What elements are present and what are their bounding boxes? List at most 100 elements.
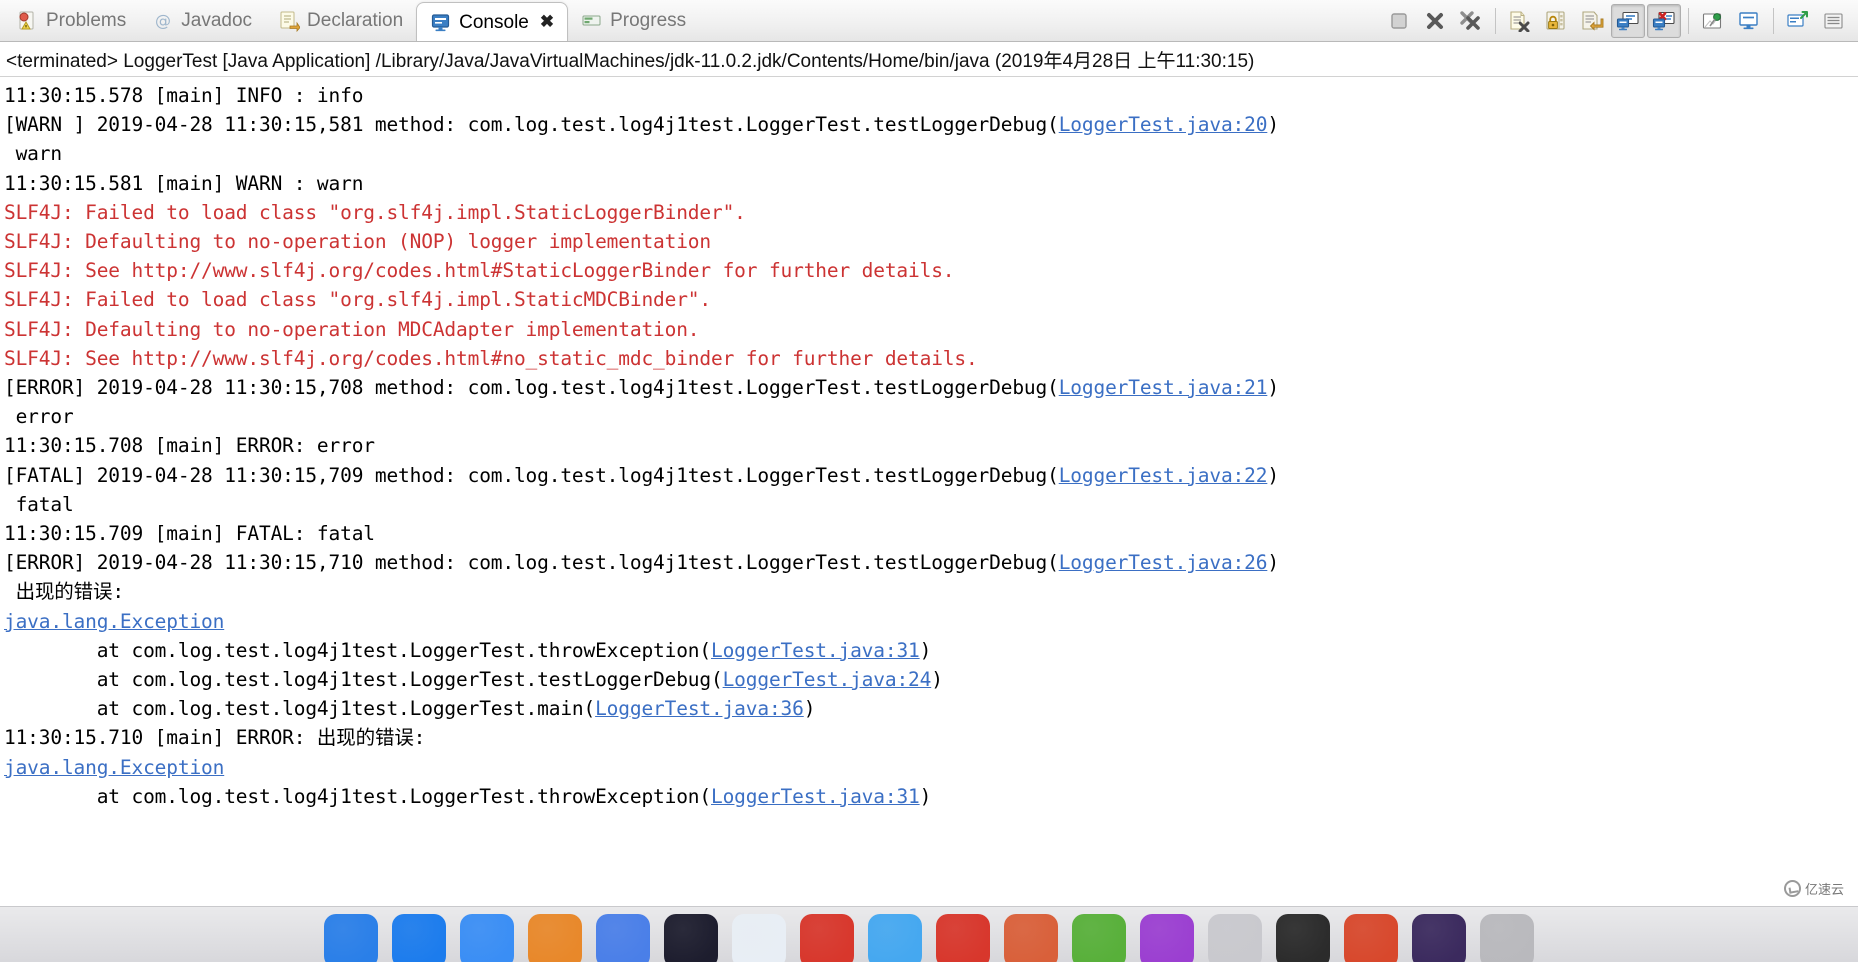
stack-trace-link[interactable]: LoggerTest.java:24	[723, 668, 932, 691]
dock-item-terminal[interactable]	[1276, 914, 1330, 962]
console-line-text: )	[1267, 376, 1279, 400]
toolbar-separator-3	[1773, 7, 1774, 34]
console-line-text: [ERROR] 2019-04-28 11:30:15,710 method: …	[4, 551, 1059, 575]
progress-icon	[581, 10, 603, 32]
stack-trace-link[interactable]: LoggerTest.java:21	[1059, 376, 1268, 399]
tab-console-label: Console	[459, 11, 529, 33]
console-line-text: )	[919, 784, 932, 808]
console-line: SLF4J: Failed to load class "org.slf4j.i…	[4, 288, 711, 312]
show-console-on-error-button[interactable]	[1647, 3, 1681, 38]
javadoc-icon: @	[152, 10, 174, 32]
watermark-text: 亿速云	[1804, 882, 1844, 897]
dock-item-calendar[interactable]	[596, 914, 650, 962]
scroll-lock-button[interactable]	[1539, 4, 1573, 38]
tab-progress[interactable]: Progress	[568, 0, 699, 41]
console-line-text: )	[1267, 113, 1279, 137]
stack-trace-link[interactable]: java.lang.Exception	[4, 756, 224, 779]
double-x-mark-icon	[1459, 10, 1483, 32]
console-line-text: )	[1267, 463, 1279, 487]
tab-console[interactable]: Console ✖	[416, 2, 569, 41]
tab-javadoc[interactable]: @ Javadoc	[139, 0, 265, 41]
tab-strip: Problems @ Javadoc Declaration Console ✖…	[0, 0, 699, 41]
x-mark-icon	[1424, 10, 1446, 32]
console-line: at com.log.test.log4j1test.LoggerTest.th…	[4, 636, 1858, 665]
console-line-text: [FATAL] 2019-04-28 11:30:15,709 method: …	[4, 463, 1059, 487]
document-wrap-icon	[1580, 10, 1604, 32]
stack-trace-link[interactable]: LoggerTest.java:31	[711, 785, 920, 808]
console-line-text: at com.log.test.log4j1test.LoggerTest.te…	[4, 668, 723, 692]
stack-trace-link[interactable]: LoggerTest.java:36	[595, 697, 804, 720]
console-line: [FATAL] 2019-04-28 11:30:15,709 method: …	[4, 461, 1858, 490]
dock-item-trash[interactable]	[1480, 914, 1534, 962]
dock-item-safari[interactable]	[392, 914, 446, 962]
close-icon[interactable]: ✖	[540, 12, 554, 32]
open-console-button[interactable]	[1781, 4, 1815, 38]
console-output-icon	[1616, 10, 1640, 32]
console-line: SLF4J: See http://www.slf4j.org/codes.ht…	[4, 259, 955, 283]
toolbar-separator-2	[1688, 7, 1689, 34]
watermark: 亿速云	[1777, 877, 1850, 900]
display-selected-console-button[interactable]	[1732, 4, 1766, 38]
console-line: [WARN ] 2019-04-28 11:30:15,581 method: …	[4, 110, 1858, 139]
console-line-text: at com.log.test.log4j1test.LoggerTest.th…	[4, 784, 711, 808]
terminate-button[interactable]	[1382, 4, 1416, 38]
console-line: [ERROR] 2019-04-28 11:30:15,710 method: …	[4, 548, 1858, 577]
console-line: SLF4J: See http://www.slf4j.org/codes.ht…	[4, 346, 978, 370]
stop-square-icon	[1388, 10, 1410, 32]
problems-icon	[17, 10, 39, 32]
console-line: SLF4J: Defaulting to no-operation MDCAda…	[4, 317, 700, 341]
console-line: [ERROR] 2019-04-28 11:30:15,708 method: …	[4, 373, 1858, 402]
system-dock	[0, 906, 1858, 962]
dock-item-itunes[interactable]	[1004, 914, 1058, 962]
stack-trace-link[interactable]: java.lang.Exception	[4, 610, 224, 633]
stack-trace-link[interactable]: LoggerTest.java:20	[1059, 113, 1268, 136]
dock-item-chrome[interactable]	[1344, 914, 1398, 962]
console-output-area[interactable]: 11:30:15.578 [main] INFO : info [WARN ] 2…	[0, 77, 1858, 907]
remove-all-terminated-button[interactable]	[1454, 4, 1488, 38]
show-console-on-output-button[interactable]	[1611, 3, 1645, 38]
dock-item-photos[interactable]	[800, 914, 854, 962]
console-line: SLF4J: Defaulting to no-operation (NOP) …	[4, 230, 711, 254]
console-line: at com.log.test.log4j1test.LoggerTest.ma…	[4, 694, 1858, 723]
console-line: fatal	[4, 492, 74, 516]
remove-launch-button[interactable]	[1418, 4, 1452, 38]
dock-item-reminders[interactable]	[732, 914, 786, 962]
dock-item-messages[interactable]	[868, 914, 922, 962]
pin-console-button[interactable]	[1696, 4, 1730, 38]
console-line: 出现的错误:	[4, 580, 125, 604]
console-line-text: )	[1267, 551, 1279, 575]
stack-trace-link[interactable]: LoggerTest.java:31	[711, 639, 920, 662]
console-line: 11:30:15.581 [main] WARN : warn	[4, 171, 364, 195]
clear-console-button[interactable]	[1503, 4, 1537, 38]
console-view-tabbar: Problems @ Javadoc Declaration Console ✖…	[0, 0, 1858, 42]
console-line: SLF4J: Failed to load class "org.slf4j.i…	[4, 200, 746, 224]
dock-item-launchpad[interactable]	[1140, 914, 1194, 962]
dock-item-facetime[interactable]	[936, 914, 990, 962]
dock-item-finder[interactable]	[324, 914, 378, 962]
console-toolbar	[1381, 0, 1858, 41]
tab-declaration-label: Declaration	[307, 10, 404, 31]
word-wrap-button[interactable]	[1575, 4, 1609, 38]
dock-item-notes[interactable]	[664, 914, 718, 962]
stack-trace-link[interactable]: LoggerTest.java:22	[1059, 464, 1268, 487]
console-error-icon	[1652, 10, 1676, 32]
console-line-text: at com.log.test.log4j1test.LoggerTest.th…	[4, 638, 711, 662]
console-line-text: )	[931, 668, 943, 692]
console-line-text: [WARN ] 2019-04-28 11:30:15,581 method: …	[4, 113, 1059, 137]
lock-icon	[1544, 10, 1568, 32]
tab-progress-label: Progress	[610, 10, 687, 31]
console-line: 11:30:15.708 [main] ERROR: error	[4, 434, 375, 458]
dock-item-eclipse[interactable]	[1412, 914, 1466, 962]
view-menu-button[interactable]	[1817, 4, 1851, 38]
dock-item-contacts[interactable]	[528, 914, 582, 962]
svg-text:@: @	[155, 11, 171, 30]
dock-item-mail[interactable]	[460, 914, 514, 962]
dock-item-appstore[interactable]	[1072, 914, 1126, 962]
stack-trace-link[interactable]: LoggerTest.java:26	[1059, 551, 1268, 574]
tab-problems[interactable]: Problems	[4, 0, 139, 41]
console-line-text: [ERROR] 2019-04-28 11:30:15,708 method: …	[4, 376, 1059, 400]
tab-declaration[interactable]: Declaration	[265, 0, 416, 41]
dock-item-preferences[interactable]	[1208, 914, 1262, 962]
console-line: 11:30:15.578 [main] INFO : info	[4, 84, 364, 107]
pin-icon	[1701, 10, 1725, 32]
